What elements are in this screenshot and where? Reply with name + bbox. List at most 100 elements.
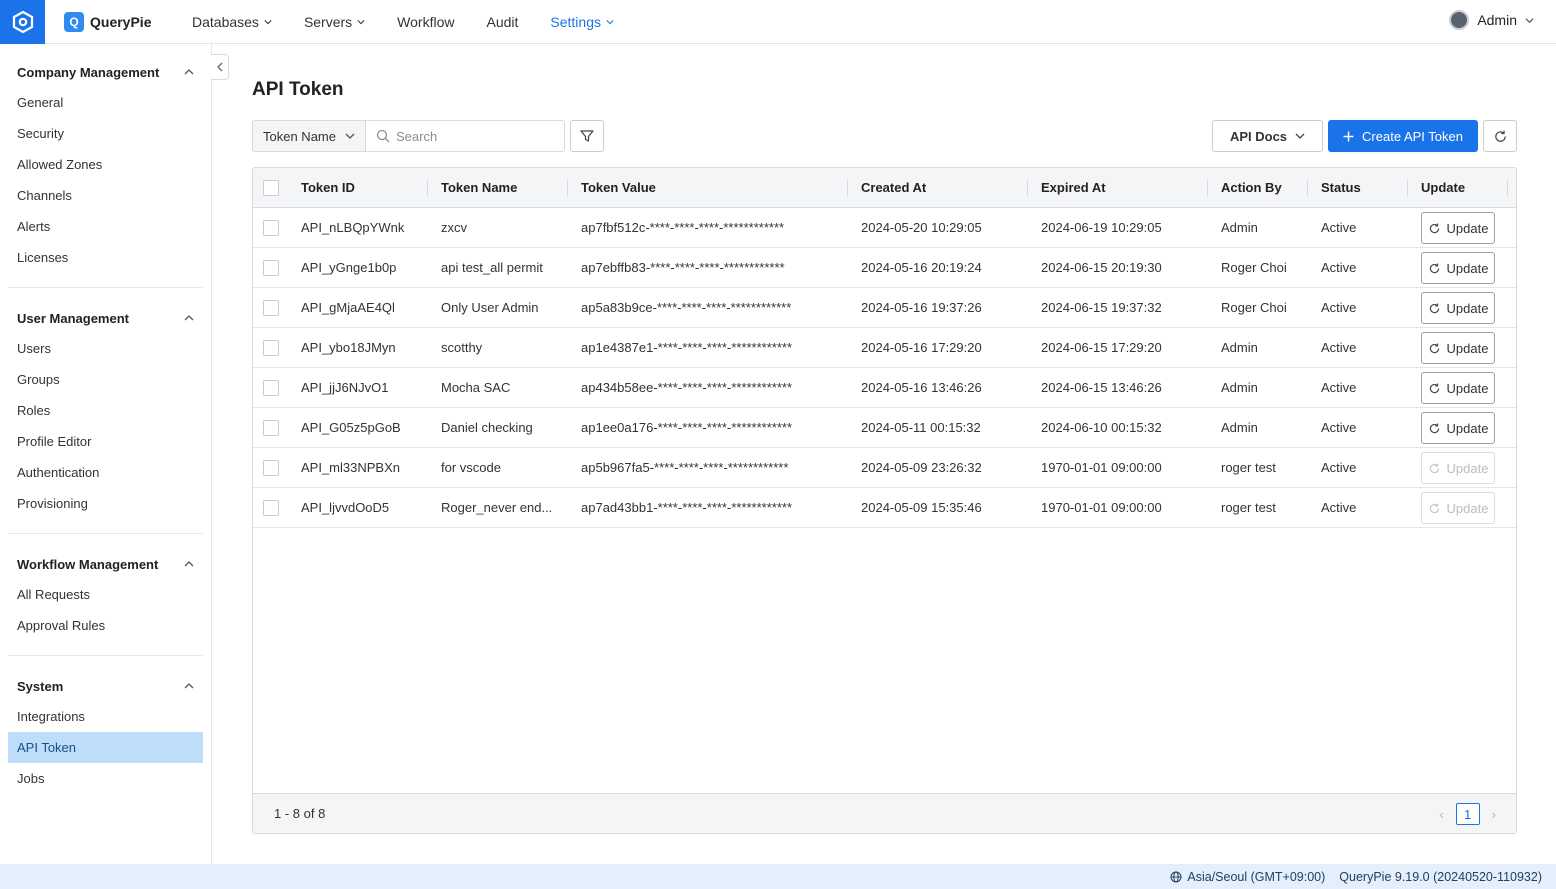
sidebar-item-integrations[interactable]: Integrations [17,701,194,732]
cell-token-id: API_nLBQpYWnk [301,220,405,235]
table-footer: 1 - 8 of 8 ‹ 1 › [253,793,1516,833]
table-row[interactable]: API_ljvvdOoD5 Roger_never end... ap7ad43bb… [253,488,1516,528]
nav-item-servers[interactable]: Servers [304,14,365,30]
prev-page-button[interactable]: ‹ [1439,807,1443,822]
sidebar-item-users[interactable]: Users [17,333,194,364]
nav-item-workflow[interactable]: Workflow [397,14,454,30]
table-row[interactable]: API_gMjaAE4Ql Only User Admin ap5a83b9ce-*… [253,288,1516,328]
api-token-table: Token ID Token Name Token Value Created At E… [252,167,1517,834]
row-checkbox[interactable] [263,220,279,236]
update-button[interactable]: Update [1421,412,1495,444]
sidebar-item-roles[interactable]: Roles [17,395,194,426]
column-header-token-id[interactable]: Token ID [301,168,355,208]
row-checkbox[interactable] [263,380,279,396]
update-button[interactable]: Update [1421,332,1495,364]
table-row[interactable]: API_jjJ6NJvO1 Mocha SAC ap434b58ee-****-**… [253,368,1516,408]
brand[interactable]: Q QueryPie [64,11,174,32]
chevron-up-icon [184,683,194,689]
row-checkbox[interactable] [263,260,279,276]
row-checkbox[interactable] [263,300,279,316]
column-header-created-at[interactable]: Created At [861,168,926,208]
api-docs-label: API Docs [1229,128,1288,144]
cell-status: Active [1321,380,1357,395]
update-button-label: Update [1446,500,1489,516]
sidebar-item-alerts[interactable]: Alerts [17,211,194,242]
chevron-down-icon [264,19,272,24]
column-header-expired-at[interactable]: Expired At [1041,168,1106,208]
sidebar-section-header[interactable]: Workflow Management [17,549,194,579]
column-header-update[interactable]: Update [1421,168,1465,208]
sidebar-item-channels[interactable]: Channels [17,180,194,211]
table-row[interactable]: API_yGnge1b0p api test_all permit ap7ebffb… [253,248,1516,288]
table-header: Token ID Token Name Token Value Created At E… [253,168,1516,208]
cell-expired-at: 2024-06-19 10:29:05 [1041,220,1162,235]
filter-button[interactable] [570,120,604,152]
nav-item-label: Servers [303,13,353,30]
update-button[interactable]: Update [1421,372,1495,404]
sidebar-item-groups[interactable]: Groups [17,364,194,395]
table-row[interactable]: API_ybo18JMyn scotthy ap1e4387e1-****-****… [253,328,1516,368]
filter-field-select[interactable]: Token Name [252,120,366,152]
pagination: ‹ 1 › [1439,803,1496,825]
sidebar-item-jobs[interactable]: Jobs [17,763,194,794]
sidebar-item-provisioning[interactable]: Provisioning [17,488,194,519]
row-checkbox[interactable] [263,460,279,476]
cell-status: Active [1321,260,1357,275]
cell-created-at: 2024-05-16 20:19:24 [861,260,982,275]
page-number-button[interactable]: 1 [1455,803,1480,825]
next-page-button[interactable]: › [1492,807,1496,822]
select-all-checkbox[interactable] [263,180,279,196]
column-header-token-name[interactable]: Token Name [441,168,517,208]
update-button[interactable]: Update [1421,252,1495,284]
cell-token-name: api test_all permit [441,260,543,275]
sidebar-item-general[interactable]: General [17,87,194,118]
nav-item-databases[interactable]: Databases [192,14,272,30]
refresh-button[interactable] [1483,120,1517,152]
home-logo-button[interactable] [0,0,45,44]
sidebar-item-allowed-zones[interactable]: Allowed Zones [17,149,194,180]
timezone-indicator[interactable]: Asia/Seoul (GMT+09:00) [1170,870,1325,884]
row-checkbox[interactable] [263,500,279,516]
sidebar-item-api-token[interactable]: API Token [8,732,203,763]
table-row[interactable]: API_G05z5pGoB Daniel checking ap1ee0a176-*… [253,408,1516,448]
search-box [365,120,565,152]
sidebar-item-authentication[interactable]: Authentication [17,457,194,488]
sidebar-section-header[interactable]: Company Management [17,57,194,87]
sidebar-section-header[interactable]: System [17,671,194,701]
column-header-action-by[interactable]: Action By [1221,168,1282,208]
update-button[interactable]: Update [1421,212,1495,244]
table-row[interactable]: API_nLBQpYWnk zxcv ap7fbf512c-****-****-**… [253,208,1516,248]
create-api-token-button[interactable]: Create API Token [1328,120,1478,152]
sidebar-section-header[interactable]: User Management [17,303,194,333]
cell-token-name: Daniel checking [441,420,533,435]
sidebar-item-licenses[interactable]: Licenses [17,242,194,273]
user-menu[interactable]: Admin [1449,10,1534,30]
table-row[interactable]: API_ml33NPBXn for vscode ap5b967fa5-****-*… [253,448,1516,488]
funnel-icon [580,130,594,142]
nav-item-audit[interactable]: Audit [486,14,518,30]
sidebar-item-all-requests[interactable]: All Requests [17,579,194,610]
update-button-label: Update [1446,460,1489,476]
nav-item-label: Databases [192,13,259,30]
nav-item-settings[interactable]: Settings [550,14,614,30]
sidebar-item-security[interactable]: Security [17,118,194,149]
sidebar-item-profile-editor[interactable]: Profile Editor [17,426,194,457]
row-checkbox[interactable] [263,420,279,436]
search-input[interactable] [396,128,556,144]
cell-token-value: ap7fbf512c-****-****-****-************ [581,220,785,235]
pagination-range: 1 - 8 of 8 [274,806,326,821]
avatar [1449,10,1470,30]
column-header-status[interactable]: Status [1321,168,1361,208]
column-header-token-value[interactable]: Token Value [581,168,656,208]
sidebar-item-approval-rules[interactable]: Approval Rules [17,610,194,641]
sidebar-collapse-button[interactable] [211,54,229,80]
cell-token-id: API_yGnge1b0p [301,260,397,275]
cell-action-by: roger test [1221,460,1276,475]
api-docs-button[interactable]: API Docs [1212,120,1323,152]
column-divider [847,180,848,196]
update-button[interactable]: Update [1421,292,1495,324]
chevron-up-icon [184,69,194,75]
cell-action-by: Admin [1221,380,1258,395]
row-checkbox[interactable] [263,340,279,356]
create-api-token-label: Create API Token [1362,128,1463,144]
